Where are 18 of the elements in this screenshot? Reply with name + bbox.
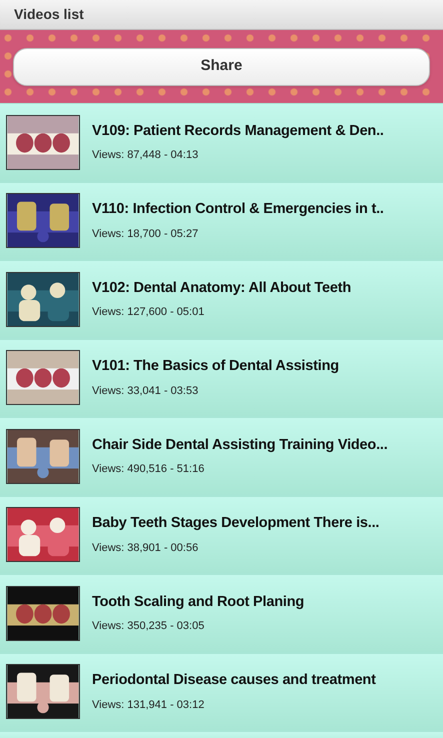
video-title: Baby Teeth Stages Development There is... bbox=[92, 514, 380, 534]
video-title: V101: The Basics of Dental Assisting bbox=[92, 357, 339, 376]
video-views: Views: 33,041 - 03:53 bbox=[92, 384, 200, 399]
video-views: Views: 87,448 - 04:13 bbox=[92, 148, 200, 164]
video-views: Views: 18,700 - 05:27 bbox=[92, 226, 200, 242]
video-views: Views: 490,516 - 51:16 bbox=[92, 462, 206, 478]
video-title: Periodontal Disease causes and treatment bbox=[92, 671, 376, 690]
video-title: V110: Infection Control & Emergencies in t.. bbox=[92, 200, 384, 220]
video-views: Views: 131,941 - 03:12 bbox=[92, 698, 206, 713]
video-views: Views: 38,901 - 00:56 bbox=[92, 540, 200, 556]
video-views: Views: 127,600 - 05:01 bbox=[92, 305, 206, 320]
video-title: Tooth Scaling and Root Planing bbox=[92, 592, 304, 612]
header-title: Videos list bbox=[14, 5, 84, 24]
video-title: Chair Side Dental Assisting Training Video... bbox=[92, 436, 388, 455]
share-button[interactable]: Share bbox=[13, 48, 430, 86]
video-title: V109: Patient Records Management & Den.. bbox=[92, 122, 384, 141]
video-title: V102: Dental Anatomy: All About Teeth bbox=[92, 278, 351, 298]
video-views: Views: 350,235 - 03:05 bbox=[92, 619, 206, 634]
